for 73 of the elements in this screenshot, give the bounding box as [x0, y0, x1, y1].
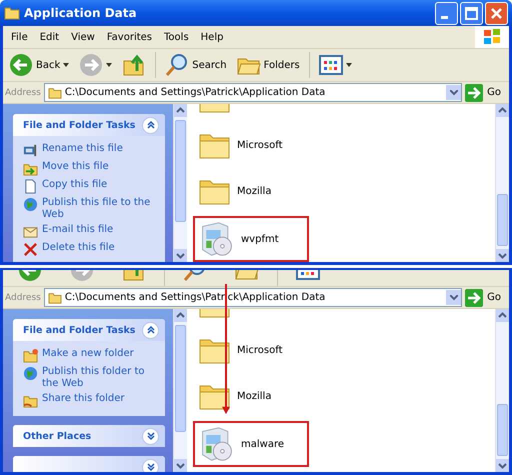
- back-icon: [9, 53, 33, 77]
- scroll-down-icon[interactable]: [496, 249, 509, 262]
- collapse-icon[interactable]: [142, 322, 159, 338]
- menu-item[interactable]: Help: [194, 32, 230, 42]
- folder-icon: [48, 292, 62, 304]
- collapse-icon[interactable]: [142, 116, 159, 134]
- dropdown-button[interactable]: [446, 85, 462, 100]
- file-name: Microsoft: [237, 344, 283, 356]
- minimize-icon: [441, 16, 448, 18]
- folder-entry[interactable]: Mozilla: [193, 375, 309, 417]
- menu-item[interactable]: Favorites: [100, 32, 158, 42]
- go-button[interactable]: Go: [465, 84, 507, 102]
- file-name: Mozilla: [237, 390, 272, 402]
- scroll-down-icon[interactable]: [496, 459, 509, 472]
- expand-icon[interactable]: [142, 458, 159, 472]
- chevron-down-icon: [450, 90, 458, 96]
- menu-item[interactable]: Tools: [158, 32, 195, 42]
- address-field[interactable]: C:\Documents and Settings\Patrick\Application Data: [44, 83, 462, 102]
- views-icon: [318, 53, 343, 77]
- globe-icon: [23, 366, 38, 381]
- scroll-up-icon[interactable]: [496, 104, 509, 117]
- task-link[interactable]: Publish this folder to the Web: [42, 366, 157, 390]
- scroll-up-icon[interactable]: [174, 309, 187, 322]
- scroll-up-icon[interactable]: [496, 309, 509, 322]
- rename-icon: [23, 143, 38, 158]
- folder-entry[interactable]: Microsoft: [193, 124, 309, 166]
- minimize-button[interactable]: [435, 2, 458, 24]
- menu-item[interactable]: File: [5, 32, 34, 42]
- file-name: malware: [241, 438, 284, 450]
- task-link[interactable]: Make a new folder: [42, 348, 134, 360]
- task-link[interactable]: Rename this file: [42, 143, 123, 155]
- forward-icon: [79, 53, 104, 77]
- folder-entry[interactable]: Microsoft: [193, 329, 309, 371]
- folder-icon: [4, 6, 20, 20]
- expand-icon[interactable]: [142, 428, 159, 444]
- scroll-down-icon[interactable]: [174, 249, 187, 262]
- scroll-up-icon[interactable]: [174, 104, 187, 117]
- task-link[interactable]: Copy this file: [42, 179, 108, 191]
- address-label: Address: [5, 88, 41, 98]
- menu-item[interactable]: Edit: [34, 32, 66, 42]
- highlighted-entry[interactable]: wvpfmt: [193, 216, 309, 262]
- task-link[interactable]: Share this folder: [42, 393, 124, 405]
- scroll-down-icon[interactable]: [174, 459, 187, 472]
- flag-logo-icon: [475, 26, 509, 48]
- toolbar-button[interactable]: Folders: [234, 51, 303, 79]
- toolbar-button[interactable]: Search: [162, 51, 230, 79]
- file-name: wvpfmt: [241, 234, 279, 244]
- search-icon: [165, 53, 190, 77]
- window-title: Application Data: [24, 6, 137, 20]
- maximize-button[interactable]: [460, 2, 483, 24]
- menu-item[interactable]: View: [65, 32, 101, 42]
- delete-icon: [23, 242, 38, 257]
- folder-icon: [48, 86, 62, 98]
- up-folder-icon: [122, 53, 146, 77]
- software-box-icon: [199, 426, 235, 462]
- toolbar-button[interactable]: Back: [6, 51, 72, 79]
- highlighted-entry[interactable]: malware: [193, 421, 309, 467]
- task-link[interactable]: Delete this file: [42, 242, 115, 254]
- address-label: Address: [5, 292, 41, 302]
- globe-icon: [23, 197, 38, 212]
- software-box-icon: [199, 221, 235, 257]
- task-link[interactable]: E-mail this file: [42, 224, 114, 236]
- copy-icon: [23, 179, 38, 194]
- task-link[interactable]: Publish this file to the Web: [42, 197, 157, 221]
- chevron-down-icon: [450, 294, 458, 300]
- dropdown-button[interactable]: [446, 290, 462, 305]
- go-button[interactable]: Go: [465, 288, 507, 306]
- folder-entry[interactable]: Mozilla: [193, 170, 309, 212]
- close-button[interactable]: [485, 2, 508, 24]
- task-link[interactable]: Move this file: [42, 161, 109, 173]
- file-name: Microsoft: [237, 140, 283, 150]
- file-name: Mozilla: [237, 186, 272, 196]
- new-folder-icon: [23, 348, 38, 363]
